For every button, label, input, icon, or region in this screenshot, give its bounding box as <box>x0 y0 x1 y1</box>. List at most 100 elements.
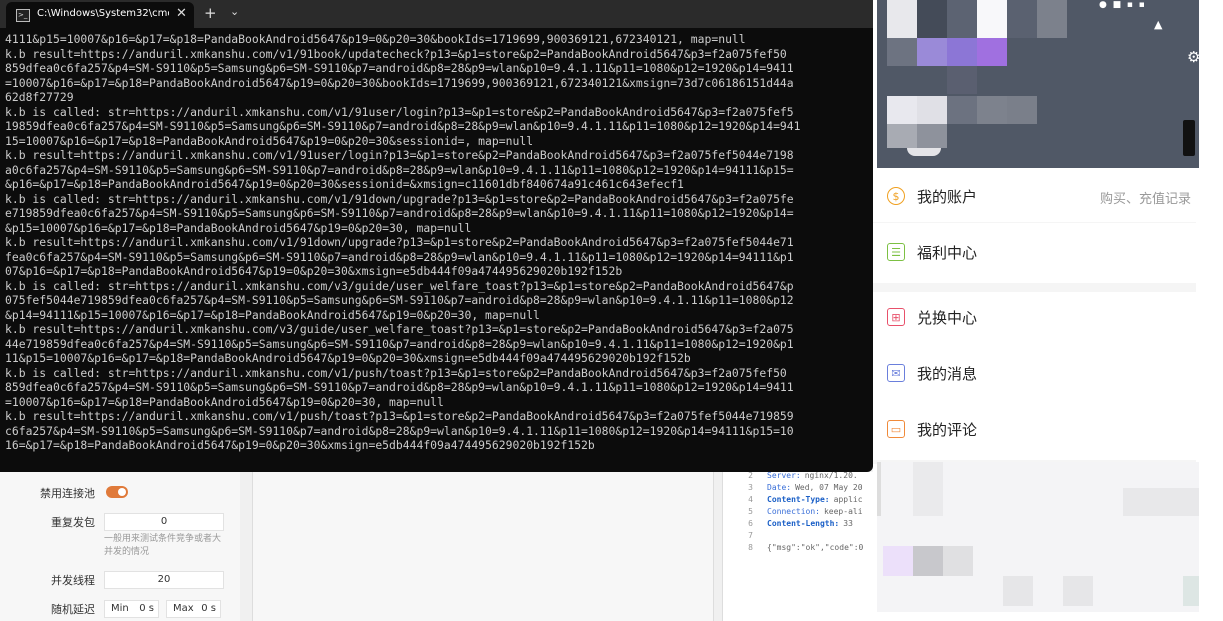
delay-max-input[interactable]: Max 0 s <box>166 600 221 618</box>
terminal-line: &p14=94111&p15=10007&p16=&p17=&p18=Panda… <box>5 307 540 322</box>
terminal-line: c6fa257&p4=SM-S9110&p5=Samsung&p6=SM-S91… <box>5 423 794 438</box>
terminal-line: e719859dfea0c6fa257&p4=SM-S9110&p5=Samsu… <box>5 206 794 220</box>
request-settings-panel: 禁用连接池 重复发包 0 一般用来测试条件竞争或者大并发的情况 并发线程 20 … <box>0 472 240 621</box>
repeat-label: 重复发包 <box>51 516 95 529</box>
list-icon: ☰ <box>887 243 905 261</box>
terminal-line: k.b result=https://anduril.xmkanshu.com/… <box>5 235 794 249</box>
response-line: 6 Content-Length: 33 <box>723 518 853 530</box>
menu-item-5[interactable]: ▭ 我的评论 <box>873 404 1196 456</box>
terminal-line: 44e719859dfea0c6fa257&p4=SM-S9110&p5=Sam… <box>5 336 794 351</box>
terminal-line: k.b result=https://anduril.xmkanshu.com/… <box>5 409 794 423</box>
terminal-line: fea0c6fa257&p4=SM-S9110&p5=Samsung&p6=SM… <box>5 249 794 264</box>
terminal-line: 075fef5044e719859dfea0c6fa257&p4=SM-S911… <box>5 293 794 307</box>
background-tool-window: 禁用连接池 重复发包 0 一般用来测试条件竞争或者大并发的情况 并发线程 20 … <box>0 471 874 621</box>
delay-min-input[interactable]: Min 0 s <box>104 600 159 618</box>
close-icon[interactable]: ✕ <box>176 6 187 21</box>
line-number: 5 <box>748 507 753 516</box>
response-line: 3 Date: Wed, 07 May 20 <box>723 482 863 494</box>
menu-item-label: 我的评论 <box>917 421 978 439</box>
terminal-tab[interactable]: >_ C:\Windows\System32\cmd.ex ✕ <box>6 2 194 28</box>
terminal-line: k.b result=https://anduril.xmkanshu.com/… <box>5 148 794 162</box>
header-key: Date: <box>767 483 792 492</box>
line-number: 6 <box>748 519 753 528</box>
menu-item-2[interactable]: ☰ 福利中心 <box>873 227 1196 279</box>
settings-icon[interactable]: ⚙ <box>1187 48 1200 66</box>
delay-min-value: 0 s <box>139 603 154 614</box>
request-editor-panel[interactable] <box>252 472 714 621</box>
gift-icon: ⊞ <box>887 308 905 326</box>
terminal-line: k.b is called: str=https://anduril.xmkan… <box>5 191 794 206</box>
response-panel[interactable]: 2 Server: nginx/1.20. 3 Date: Wed, 07 May 20 4… <box>722 471 874 621</box>
threads-label: 并发线程 <box>51 574 95 587</box>
response-lines: 2 Server: nginx/1.20. 3 Date: Wed, 07 May 20 4… <box>723 471 874 621</box>
new-tab-button[interactable]: + <box>204 4 217 22</box>
response-line: 7 <box>723 530 771 542</box>
status-bar-icons: ● ■ ▪ ▪ <box>1099 0 1145 10</box>
terminal-line: 15=10007&p16=&p17=&p18=PandaBookAndroid5… <box>5 133 534 148</box>
menu-item-label: 兑换中心 <box>917 309 978 327</box>
header-key: Content-Length: <box>767 519 840 528</box>
phone-edge <box>1199 0 1223 168</box>
disable-pool-label: 禁用连接池 <box>40 487 95 500</box>
terminal-line: 07&p16=&p17=&p18=PandaBookAndroid5647&p1… <box>5 264 623 278</box>
terminal-line: k.b result=https://anduril.xmkanshu.com/… <box>5 322 794 336</box>
menu-item-1[interactable]: $ 我的账户 购买、充值记录 <box>873 171 1196 223</box>
header-value: applic <box>833 495 863 504</box>
delay-min-label: Min <box>111 603 129 614</box>
menu-divider <box>873 283 1196 292</box>
response-line: 5 Connection: keep-ali <box>723 506 863 518</box>
header-key: {"msg":"ok","code":0 <box>767 543 864 552</box>
terminal-line: a0c6fa257&p4=SM-S9110&p5=Samsung&p6=SM-S… <box>5 162 794 177</box>
header-key: Content-Type: <box>767 495 830 504</box>
menu-item-label: 我的消息 <box>917 365 978 383</box>
menu-item-label: 福利中心 <box>917 244 978 262</box>
header-key: Connection: <box>767 507 820 516</box>
line-number: 4 <box>748 495 753 504</box>
terminal-line: 16=&p17=&p18=PandaBookAndroid5647&p19=0&… <box>5 438 595 452</box>
terminal-line: &p16=&p17=&p18=PandaBookAndroid5647&p19=… <box>5 177 684 191</box>
terminal-line: k.b is called: str=https://anduril.xmkan… <box>5 365 787 380</box>
terminal-line: 11&p15=10007&p16=&p17=&p18=PandaBookAndr… <box>5 351 691 365</box>
chevron-down-icon[interactable]: ⌄ <box>230 5 239 18</box>
repeat-input[interactable]: 0 <box>104 513 224 531</box>
header-key: Server: <box>767 471 801 480</box>
delay-label: 随机延迟 <box>51 603 95 616</box>
menu-item-4[interactable]: ✉ 我的消息 <box>873 348 1196 400</box>
menu-item-label: 我的账户 <box>917 188 978 206</box>
bottom-content-pixelated <box>877 462 1199 612</box>
cmd-terminal-window[interactable]: >_ C:\Windows\System32\cmd.ex ✕ + ⌄ 4111… <box>0 0 873 472</box>
terminal-line: 62d8f27729 <box>5 90 74 104</box>
header-value: nginx/1.20. <box>804 471 858 480</box>
header-value: Wed, 07 May 20 <box>795 483 863 492</box>
delay-max-value: 0 s <box>201 603 216 614</box>
header-value: 33 <box>843 519 853 528</box>
terminal-line: k.b is called: str=https://anduril.xmkan… <box>5 104 794 119</box>
phone-screen[interactable]: ● ■ ▪ ▪ ▲ ⚙ $ 我的账户 购买、充值记录 ☰ 福利中心 ⊞ 兑换中心 ✉ 我的消息 ▭… <box>873 0 1223 621</box>
wifi-icon: ▲ <box>1154 18 1163 31</box>
line-number: 7 <box>748 531 753 540</box>
terminal-tab-title: C:\Windows\System32\cmd.ex <box>37 8 169 19</box>
menu-divider <box>873 222 1196 223</box>
menu-item-hint[interactable]: 购买、充值记录 <box>1100 188 1191 207</box>
terminal-line: 19859dfea0c6fa257&p4=SM-S9110&p5=Samsung… <box>5 119 801 133</box>
coin-icon: $ <box>887 187 905 205</box>
line-number: 3 <box>748 483 753 492</box>
delay-max-label: Max <box>173 603 194 614</box>
disable-pool-toggle[interactable] <box>106 486 128 498</box>
threads-input[interactable]: 20 <box>104 571 224 589</box>
terminal-output[interactable]: 4111&p15=10007&p16=&p17=&p18=PandaBookAn… <box>5 32 873 453</box>
header-value: keep-ali <box>823 507 863 516</box>
terminal-line: k.b is called: str=https://anduril.xmkan… <box>5 278 794 293</box>
line-number: 8 <box>748 543 753 552</box>
terminal-line: =10007&p16=&p17=&p18=PandaBookAndroid564… <box>5 75 794 90</box>
terminal-line: 859dfea0c6fa257&p4=SM-S9110&p5=Samsung&p… <box>5 61 794 75</box>
repeat-hint: 一般用来测试条件竞争或者大并发的情况 <box>104 534 222 557</box>
menu-item-3[interactable]: ⊞ 兑换中心 <box>873 292 1196 344</box>
response-line: 8 {"msg":"ok","code":0 <box>723 542 867 554</box>
mail-icon: ✉ <box>887 364 905 382</box>
comment-icon: ▭ <box>887 420 905 438</box>
profile-header-pixelated <box>877 0 1199 168</box>
scroll-handle[interactable] <box>1183 120 1195 156</box>
terminal-line: 4111&p15=10007&p16=&p17=&p18=PandaBookAn… <box>5 32 746 46</box>
terminal-line: 859dfea0c6fa257&p4=SM-S9110&p5=Samsung&p… <box>5 380 794 394</box>
